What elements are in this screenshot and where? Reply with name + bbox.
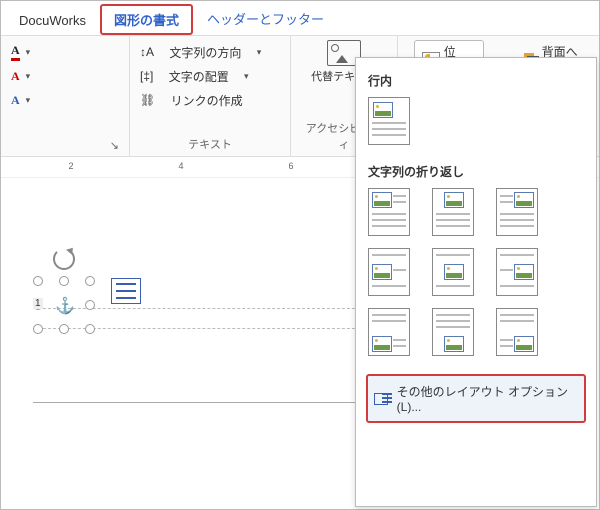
text-effects-button[interactable]: A▾ [11, 88, 119, 112]
align-icon: [‡] [140, 69, 153, 83]
tab-shape-format[interactable]: 図形の書式 [100, 4, 193, 35]
text-align-button[interactable]: [‡] 文字の配置 ▾ [140, 64, 280, 88]
position-bottom-center[interactable] [432, 308, 474, 356]
resize-handle[interactable] [33, 276, 43, 286]
layout-options-icon[interactable] [111, 278, 141, 304]
more-layout-options[interactable]: その他のレイアウト オプション(L)... [366, 374, 586, 423]
rotate-handle-icon[interactable] [53, 248, 75, 270]
selected-shape[interactable]: ⚓ 1 [37, 248, 91, 330]
text-outline-button[interactable]: A▾ [11, 64, 119, 88]
position-inline-option[interactable] [368, 97, 410, 145]
position-middle-center[interactable] [432, 248, 474, 296]
resize-handle[interactable] [85, 300, 95, 310]
position-top-right[interactable] [496, 188, 538, 236]
position-middle-left[interactable] [368, 248, 410, 296]
position-middle-right[interactable] [496, 248, 538, 296]
text-direction-button[interactable]: ↕A 文字列の方向 ▾ [140, 40, 280, 64]
resize-handle[interactable] [59, 324, 69, 334]
page-number: 1 [33, 298, 43, 309]
position-bottom-left[interactable] [368, 308, 410, 356]
resize-handle[interactable] [85, 276, 95, 286]
resize-handle[interactable] [85, 324, 95, 334]
layout-options-icon [374, 392, 391, 406]
resize-handle[interactable] [59, 276, 69, 286]
position-bottom-right[interactable] [496, 308, 538, 356]
text-direction-icon: ↕A [140, 45, 154, 59]
font-color-button[interactable]: A▾ [11, 40, 119, 64]
position-menu: 行内 文字列の折り返し その他のレイアウト オプション(L)... [355, 57, 597, 507]
anchor-icon: ⚓ [55, 296, 75, 316]
menu-heading-inline: 行内 [366, 66, 586, 97]
position-top-left[interactable] [368, 188, 410, 236]
ribbon-tabs: DocuWorks 図形の書式 ヘッダーとフッター [1, 1, 599, 36]
tab-header-footer[interactable]: ヘッダーとフッター [195, 3, 336, 35]
tab-docuworks[interactable]: DocuWorks [7, 7, 98, 35]
menu-heading-wrap: 文字列の折り返し [366, 157, 586, 188]
link-icon: ⛓ [140, 93, 155, 107]
resize-handle[interactable] [33, 324, 43, 334]
position-top-center[interactable] [432, 188, 474, 236]
group-label-text: テキスト [140, 134, 280, 154]
create-link-button[interactable]: ⛓ リンクの作成 [140, 88, 280, 112]
